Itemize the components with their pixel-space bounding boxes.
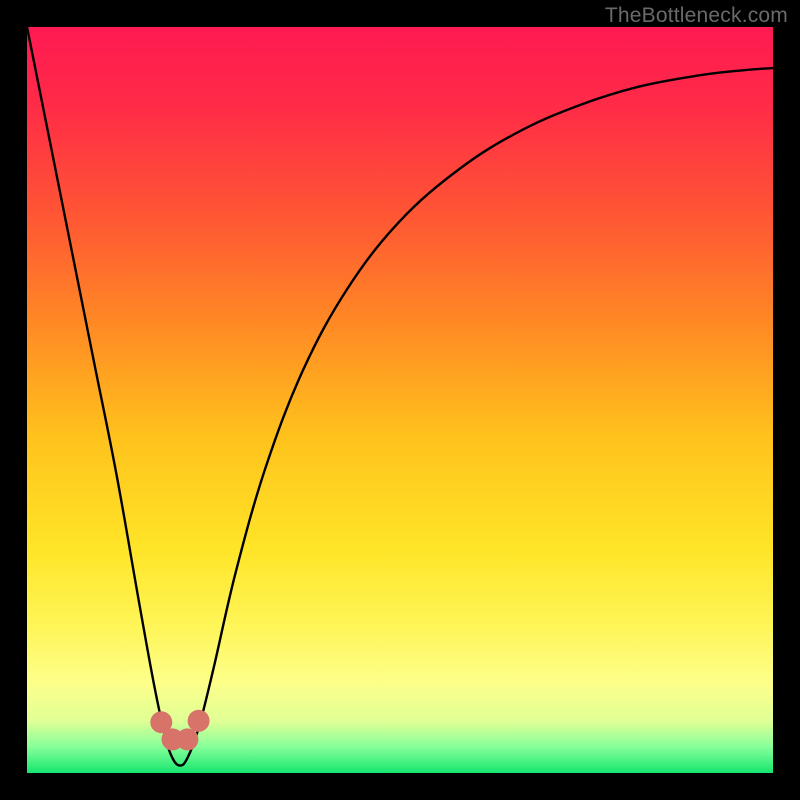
chart-frame: TheBottleneck.com — [0, 0, 800, 800]
plot-area — [27, 27, 773, 773]
bottleneck-curve — [27, 27, 773, 773]
watermark-label: TheBottleneck.com — [605, 4, 788, 28]
curve-marker — [188, 710, 210, 732]
curve-marker — [176, 728, 198, 750]
